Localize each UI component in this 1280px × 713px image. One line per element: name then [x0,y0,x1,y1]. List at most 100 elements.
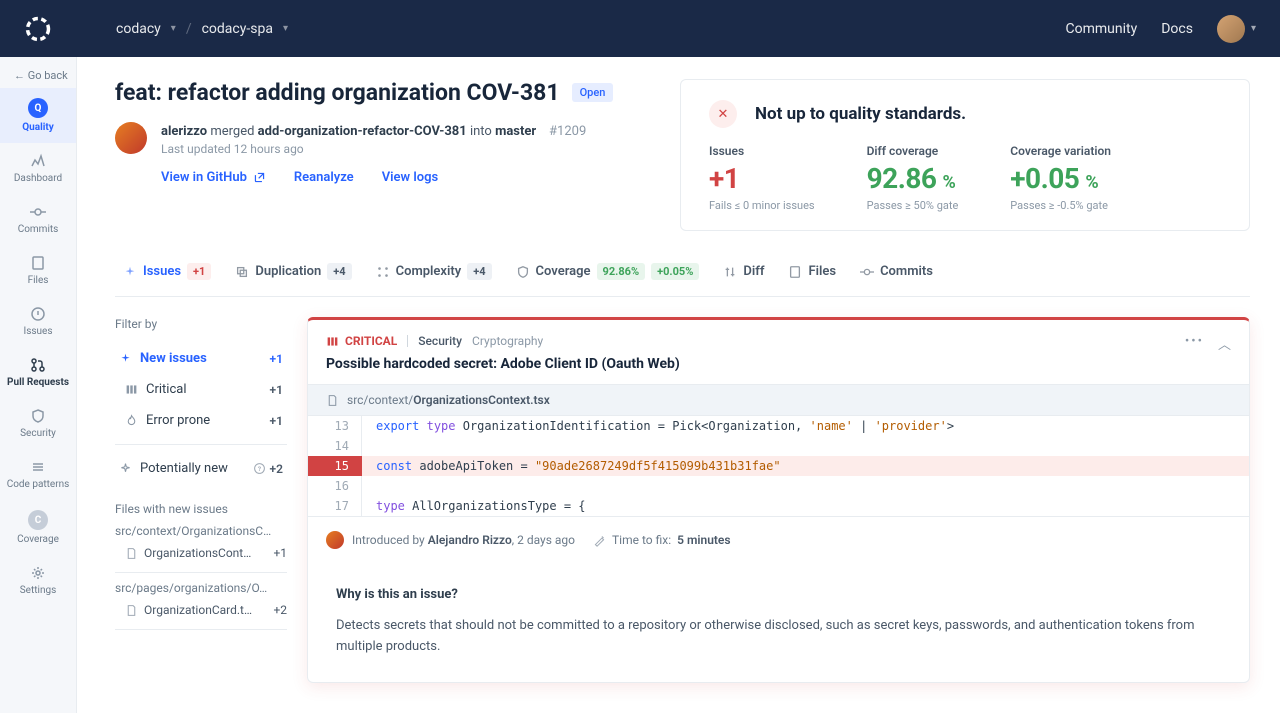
issue-meta: Introduced by Alejandro Rizzo, 2 days ag… [308,516,1249,563]
filter-header: Filter by [115,317,287,331]
topbar-right: Community Docs ▾ [1066,15,1256,43]
avatar[interactable] [1217,15,1245,43]
sidebar-item-coverage[interactable]: CCoverage [0,500,76,555]
issue-title: Possible hardcoded secret: Adobe Client … [326,356,1185,372]
chevron-down-icon[interactable]: ▾ [1251,23,1256,34]
diff-icon [723,265,737,279]
main: feat: refactor adding organization COV-3… [77,57,1280,713]
tab-commits[interactable]: Commits [852,260,941,283]
filters-panel: Filter by New issues +1 Critical +1 Erro… [115,317,287,683]
quality-icon: Q [28,98,48,118]
fail-icon: ✕ [709,100,737,128]
quality-metric: Diff coverage92.86 %Passes ≥ 50% gate [867,144,959,212]
crumb-org[interactable]: codacy [116,17,161,41]
tabs: Issues+1 Duplication+4 Complexity+4 Coverag… [115,259,1250,297]
commits-icon [30,204,46,220]
files-header: Files with new issues [115,502,287,516]
chevron-down-icon[interactable]: ▾ [171,23,176,34]
tab-diff[interactable]: Diff [715,260,772,283]
filter-error-prone[interactable]: Error prone +1 [115,405,287,436]
sidebar: ← Go back Q Quality Dashboard Commits Fi… [0,57,77,713]
chevron-down-icon[interactable]: ▾ [283,23,288,34]
sidebar-item-issues[interactable]: Issues [0,296,76,347]
quality-metric: Issues+1Fails ≤ 0 minor issues [709,144,815,212]
sparkle-icon [119,352,132,365]
sidebar-item-security[interactable]: Security [0,398,76,449]
code-block: 13export type OrganizationIdentification… [308,416,1249,516]
sidebar-item-code-patterns[interactable]: Code patterns [0,449,76,500]
file-group-path: src/context/OrganizationsC… [115,524,287,538]
pr-meta: alerizzo merged add-organization-refacto… [161,122,586,142]
dashboard-icon [30,153,46,169]
svg-text:?: ? [257,465,260,473]
sidebar-item-quality[interactable]: Q Quality [0,88,76,143]
critical-icon [125,383,138,396]
docs-link[interactable]: Docs [1161,21,1193,37]
more-icon[interactable]: ••• [1185,334,1204,353]
why-header: Why is this an issue? [336,587,1221,602]
sidebar-item-files[interactable]: Files [0,245,76,296]
flame-icon [125,414,138,427]
chevron-up-icon[interactable]: ︿ [1218,334,1231,353]
code-line: 14 [308,436,1249,456]
quality-title: Not up to quality standards. [755,104,966,124]
coverage-icon: C [28,510,48,530]
patterns-icon [30,459,46,475]
tab-issues[interactable]: Issues+1 [115,259,219,284]
help-icon[interactable]: ? [253,462,266,475]
breadcrumb: codacy ▾ / codacy-spa ▾ [116,17,288,41]
tab-coverage[interactable]: Coverage92.86%+0.05% [508,259,708,284]
tab-complexity[interactable]: Complexity+4 [368,259,500,284]
duplication-icon [235,265,249,279]
go-back-link[interactable]: ← Go back [0,63,76,88]
issue-card: CRITICAL Security Cryptography Possible … [307,317,1250,683]
file-icon [125,604,138,617]
filter-new-issues[interactable]: New issues +1 [115,343,287,374]
sidebar-item-dashboard[interactable]: Dashboard [0,143,76,194]
commits-icon [860,265,874,279]
file-icon [125,547,138,560]
quality-metric: Coverage variation+0.05 %Passes ≥ -0.5% … [1010,144,1111,212]
pull-request-icon [30,357,46,373]
wand-icon [593,534,606,547]
file-group-path: src/pages/organizations/O… [115,581,287,595]
file-row[interactable]: OrganizationCard.tsx+2 [115,599,287,621]
sparkle-outline-icon [119,462,132,475]
pr-updated: Last updated 12 hours ago [161,142,586,156]
logo-icon [24,15,52,43]
files-icon [788,265,802,279]
tab-files[interactable]: Files [780,260,844,283]
community-link[interactable]: Community [1066,21,1138,37]
author-avatar [115,122,147,154]
filter-potentially-new[interactable]: Potentially new ?+2 [115,453,287,484]
sidebar-item-pull-requests[interactable]: Pull Requests [0,347,76,398]
crumb-repo[interactable]: codacy-spa [202,17,273,41]
severity-tag: CRITICAL [326,334,397,348]
code-line: 17type AllOrganizationsType = { [308,496,1249,516]
complexity-icon [376,265,390,279]
code-line: 13export type OrganizationIdentification… [308,416,1249,436]
reanalyze-link[interactable]: Reanalyze [294,170,354,185]
status-badge: Open [572,83,614,102]
quality-card: ✕ Not up to quality standards. Issues+1F… [680,79,1250,231]
coverage-icon [516,265,530,279]
page-title: feat: refactor adding organization COV-3… [115,79,560,106]
issues-icon [30,306,46,322]
critical-icon [326,335,339,348]
file-row[interactable]: OrganizationsConte…+1 [115,542,287,564]
gear-icon [30,565,46,581]
author-avatar-small [326,531,344,549]
code-line: 15const adobeApiToken = "90ade2687249df5… [308,456,1249,476]
view-github-link[interactable]: View in GitHub [161,170,266,185]
category-tag: Security [418,334,462,348]
file-icon [326,394,339,407]
tab-duplication[interactable]: Duplication+4 [227,259,359,284]
shield-icon [30,408,46,424]
view-logs-link[interactable]: View logs [382,170,438,185]
filter-critical[interactable]: Critical +1 [115,374,287,405]
code-line: 16 [308,476,1249,496]
sidebar-item-commits[interactable]: Commits [0,194,76,245]
files-icon [30,255,46,271]
sidebar-item-settings[interactable]: Settings [0,555,76,606]
issue-file-path: src/context/OrganizationsContext.tsx [308,385,1249,416]
